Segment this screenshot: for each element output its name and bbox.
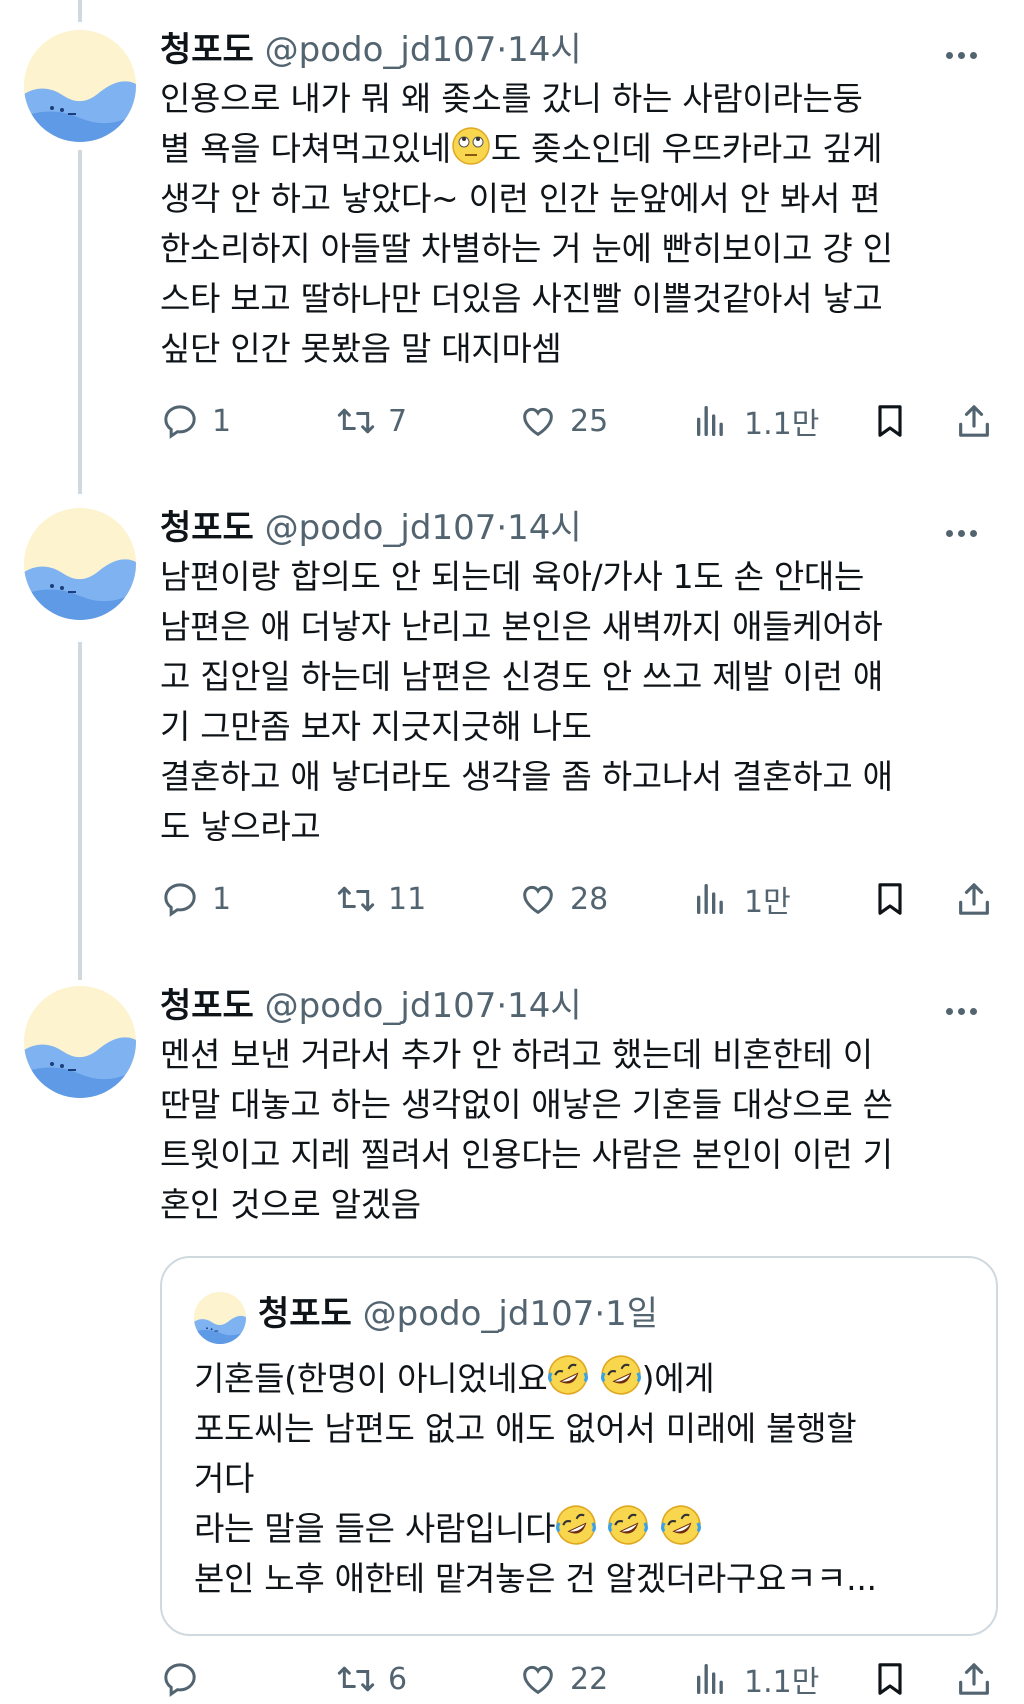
rolling-on-floor-laughing-emoji	[600, 1354, 642, 1396]
tweet-header: 청포도 @podo_jd107·14시	[160, 508, 582, 548]
retweet-button[interactable]: 6	[336, 1654, 407, 1704]
heart-icon	[518, 1659, 558, 1699]
quote-line: 본인 노후 애한테 맡겨놓은 건 알겠더라구요ㅋㅋ...	[194, 1559, 877, 1598]
like-button[interactable]: 22	[518, 1654, 608, 1704]
rolling-on-floor-laughing-emoji	[607, 1504, 649, 1546]
view-count: 1만	[744, 885, 791, 920]
handle[interactable]: @podo_jd107	[265, 508, 497, 548]
avatar	[194, 1292, 246, 1344]
tweet[interactable]: 청포도 @podo_jd107·14시 멘션 보낸 거라서 추가 안 하려고 했…	[0, 956, 1024, 1701]
avatar[interactable]	[24, 986, 136, 1098]
bookmark-button[interactable]	[870, 1654, 910, 1704]
reply-button[interactable]: 1	[160, 874, 231, 924]
avatar[interactable]	[24, 30, 136, 142]
views-button[interactable]: 1만	[692, 874, 791, 924]
views-button[interactable]: 1.1만	[692, 1654, 819, 1704]
separator-dot: ·	[594, 1294, 606, 1334]
reply-count: 1	[212, 403, 232, 439]
avatar[interactable]	[24, 508, 136, 620]
retweet-button[interactable]: 7	[336, 396, 407, 446]
tweet-header: 청포도 @podo_jd107·14시	[160, 30, 582, 70]
view-count: 1.1만	[744, 1665, 820, 1700]
timestamp[interactable]: 14시	[507, 986, 582, 1026]
quote-line: 포도씨는 남편도 없고 애도 없어서 미래에 불행할 거다	[194, 1409, 857, 1498]
more-dots-icon[interactable]	[946, 44, 986, 64]
quote-line: 기혼들(한명이 아니었네요	[194, 1359, 548, 1398]
like-button[interactable]: 28	[518, 874, 608, 924]
reply-count: 1	[212, 881, 232, 917]
bookmark-icon	[870, 401, 910, 441]
action-bar: 6 22 1.1만	[160, 1654, 990, 1704]
tweet[interactable]: 청포도 @podo_jd107·14시 인용으로 내가 뭐 왜 좆소를 갔니 하…	[0, 0, 1024, 480]
separator-dot: ·	[496, 508, 508, 548]
tweet[interactable]: 청포도 @podo_jd107·14시 남편이랑 합의도 안 되는데 육아/가사…	[0, 478, 1024, 958]
share-button[interactable]	[954, 874, 994, 924]
share-button[interactable]	[954, 396, 994, 446]
bar-chart-icon	[692, 1659, 732, 1699]
more-dots-icon[interactable]	[946, 1000, 986, 1020]
retweet-count: 11	[388, 881, 427, 917]
retweet-count: 7	[388, 403, 408, 439]
heart-icon	[518, 879, 558, 919]
rolling-on-floor-laughing-emoji	[555, 1504, 597, 1546]
timestamp[interactable]: 14시	[507, 508, 582, 548]
like-button[interactable]: 25	[518, 396, 608, 446]
quoted-tweet[interactable]: 청포도 @podo_jd107·1일 기혼들(한명이 아니었네요 )에게 포도씨…	[160, 1256, 998, 1636]
views-button[interactable]: 1.1만	[692, 396, 819, 446]
action-bar: 1 11 28 1만	[160, 874, 990, 924]
more-dots-icon[interactable]	[946, 522, 986, 542]
like-count: 22	[570, 1661, 609, 1697]
share-icon	[954, 1659, 994, 1699]
bar-chart-icon	[692, 879, 732, 919]
tweet-text: 멘션 보낸 거라서 추가 안 하려고 했는데 비혼한테 이 딴말 대놓고 하는 …	[160, 1035, 893, 1224]
bar-chart-icon	[692, 401, 732, 441]
handle[interactable]: @podo_jd107	[265, 30, 497, 70]
handle: @podo_jd107	[362, 1294, 595, 1334]
bookmark-button[interactable]	[870, 874, 910, 924]
display-name: 청포도	[258, 1294, 352, 1334]
rolling-on-floor-laughing-emoji	[547, 1354, 589, 1396]
timestamp[interactable]: 14시	[507, 30, 582, 70]
retweet-icon	[336, 879, 376, 919]
share-icon	[954, 401, 994, 441]
separator-dot: ·	[496, 986, 508, 1026]
retweet-icon	[336, 1659, 376, 1699]
bookmark-icon	[870, 879, 910, 919]
tweet-header: 청포도 @podo_jd107·14시	[160, 986, 582, 1026]
quote-line: 라는 말을 들은 사람입니다	[194, 1509, 556, 1548]
retweet-count: 6	[388, 1661, 408, 1697]
retweet-icon	[336, 401, 376, 441]
reply-button[interactable]	[160, 1654, 212, 1704]
display-name[interactable]: 청포도	[160, 508, 254, 548]
speech-bubble-icon	[160, 879, 200, 919]
display-name[interactable]: 청포도	[160, 986, 254, 1026]
retweet-button[interactable]: 11	[336, 874, 426, 924]
tweet-text: 남편이랑 합의도 안 되는데 육아/가사 1도 손 안대는 남편은 애 더낳자 …	[160, 557, 893, 846]
quoted-tweet-text: 기혼들(한명이 아니었네요 )에게 포도씨는 남편도 없고 애도 없어서 미래에…	[194, 1354, 974, 1604]
share-button[interactable]	[954, 1654, 994, 1704]
separator-dot: ·	[496, 30, 508, 70]
quote-line: )에게	[641, 1359, 715, 1398]
eye-roll-emoji	[451, 126, 491, 166]
view-count: 1.1만	[744, 407, 820, 442]
bookmark-icon	[870, 1659, 910, 1699]
heart-icon	[518, 401, 558, 441]
display-name[interactable]: 청포도	[160, 30, 254, 70]
handle[interactable]: @podo_jd107	[265, 986, 497, 1026]
timestamp: 1일	[605, 1294, 659, 1334]
reply-button[interactable]: 1	[160, 396, 231, 446]
action-bar: 1 7 25 1.1만	[160, 396, 990, 446]
share-icon	[954, 879, 994, 919]
tweet-text: 인용으로 내가 뭐 왜 좆소를 갔니 하는 사람이라는둥 별 욕을 다쳐먹고있네…	[160, 74, 990, 374]
like-count: 25	[570, 403, 609, 439]
rolling-on-floor-laughing-emoji	[660, 1504, 702, 1546]
bookmark-button[interactable]	[870, 396, 910, 446]
like-count: 28	[570, 881, 609, 917]
speech-bubble-icon	[160, 1659, 200, 1699]
quoted-tweet-header: 청포도 @podo_jd107·1일	[258, 1294, 658, 1334]
speech-bubble-icon	[160, 401, 200, 441]
